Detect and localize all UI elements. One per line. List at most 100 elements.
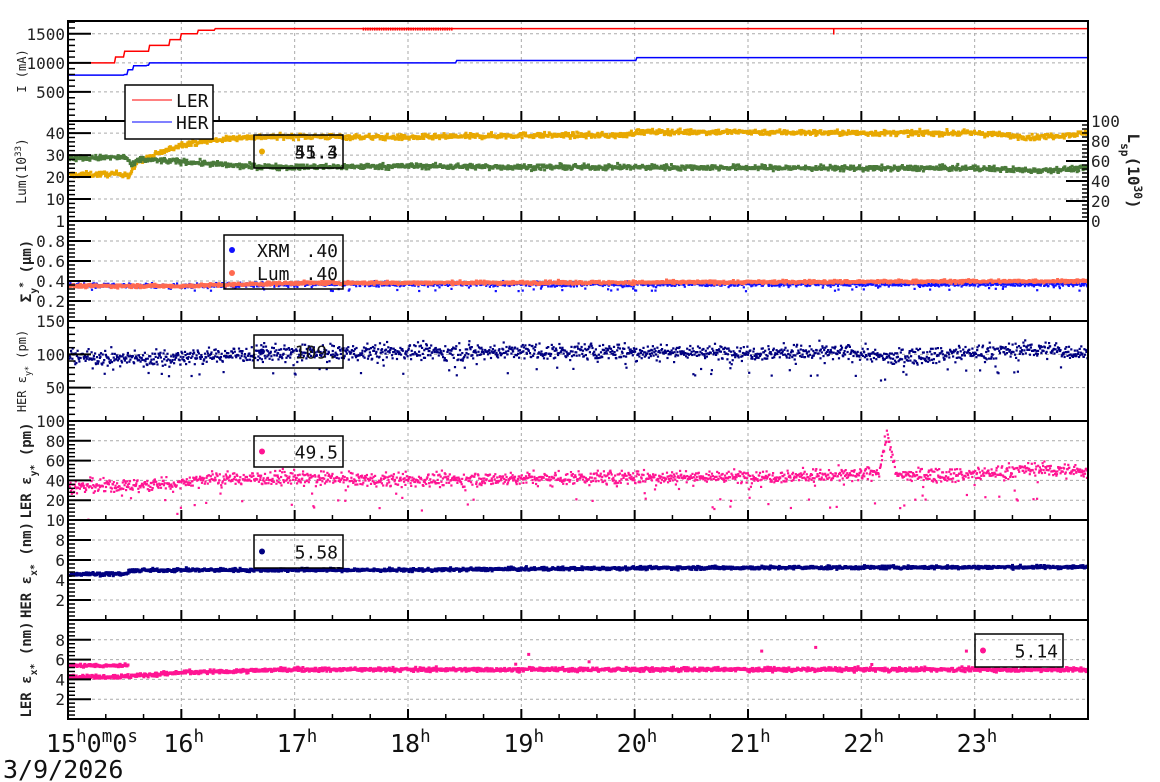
data-point (387, 168, 391, 171)
data-point (179, 163, 183, 167)
panel-luminosity-data (68, 127, 1088, 180)
data-point (575, 285, 578, 288)
data-point (654, 289, 657, 292)
data-point (313, 163, 317, 167)
data-point (956, 162, 960, 166)
data-point (405, 27, 408, 31)
data-point (435, 27, 437, 31)
data-point (176, 282, 179, 285)
data-point (398, 27, 401, 31)
data-point (819, 129, 823, 133)
data-point (448, 27, 451, 31)
data-point (1047, 284, 1050, 288)
data-point (364, 27, 367, 31)
data-point (494, 290, 497, 293)
data-point (410, 27, 412, 31)
data-point (948, 288, 951, 291)
data-point (913, 287, 916, 290)
data-point (428, 27, 430, 31)
data-point (537, 163, 541, 167)
data-point (89, 170, 93, 174)
data-point (387, 27, 390, 31)
data-point (442, 27, 444, 31)
data-point (403, 27, 405, 31)
data-point (431, 137, 435, 141)
data-point (679, 168, 683, 172)
data-point (909, 164, 912, 168)
data-point (434, 289, 437, 292)
data-point (396, 27, 399, 31)
data-point (1001, 287, 1004, 290)
data-point (1004, 285, 1007, 288)
data-point (488, 285, 491, 288)
data-point (189, 143, 193, 147)
data-point (879, 285, 882, 288)
data-point (1058, 287, 1061, 290)
data-point (689, 128, 693, 132)
data-point (389, 27, 392, 31)
data-point (152, 154, 156, 158)
data-point (635, 289, 638, 292)
data-point (439, 27, 442, 31)
series-lum-ler (68, 127, 1088, 180)
data-point (426, 27, 428, 31)
data-point (900, 284, 903, 287)
data-point (381, 161, 385, 165)
data-point (992, 164, 996, 168)
data-point (392, 27, 394, 31)
data-point (419, 27, 421, 31)
panel-current-data (68, 27, 1088, 76)
data-point (717, 128, 721, 132)
data-point (988, 287, 991, 290)
data-point (437, 27, 439, 31)
data-point (771, 169, 775, 173)
data-point (625, 285, 628, 288)
data-point (539, 167, 543, 171)
data-point (167, 149, 171, 152)
data-point (1039, 284, 1042, 287)
data-point (1077, 169, 1081, 173)
data-point (974, 284, 977, 287)
beam-monitor-chart: 50010001500I (mA)10203040Lum(1033)020406… (3, 20, 1145, 782)
data-point (430, 27, 433, 31)
data-point (655, 286, 658, 289)
data-point (1012, 170, 1016, 174)
data-point (918, 127, 922, 131)
data-point (576, 131, 580, 135)
data-point (90, 288, 94, 291)
data-point (446, 27, 449, 31)
data-point (819, 163, 823, 167)
data-point (880, 163, 884, 167)
data-point (378, 27, 381, 31)
data-point (374, 27, 376, 31)
data-point (600, 130, 604, 134)
data-point (348, 288, 351, 291)
data-point (182, 157, 186, 161)
data-point (297, 138, 301, 142)
data-point (205, 141, 209, 145)
data-point (376, 27, 378, 31)
data-point (1002, 285, 1005, 288)
data-point (938, 285, 941, 288)
data-point (408, 27, 410, 31)
data-point (610, 289, 613, 292)
data-point (666, 284, 669, 287)
data-point (367, 27, 369, 31)
data-point (1082, 284, 1085, 287)
data-point (689, 164, 693, 168)
data-point (380, 27, 383, 31)
data-point (760, 163, 764, 167)
data-point (855, 285, 858, 288)
data-point (355, 285, 358, 288)
data-point (629, 129, 633, 133)
data-point (371, 27, 374, 31)
data-point (1016, 284, 1020, 287)
data-point (377, 285, 380, 288)
data-point (572, 285, 575, 288)
data-point (851, 288, 854, 291)
data-point (385, 132, 389, 136)
data-point (605, 132, 608, 136)
data-point (837, 288, 840, 291)
data-point (1052, 284, 1055, 287)
data-point (607, 288, 610, 291)
